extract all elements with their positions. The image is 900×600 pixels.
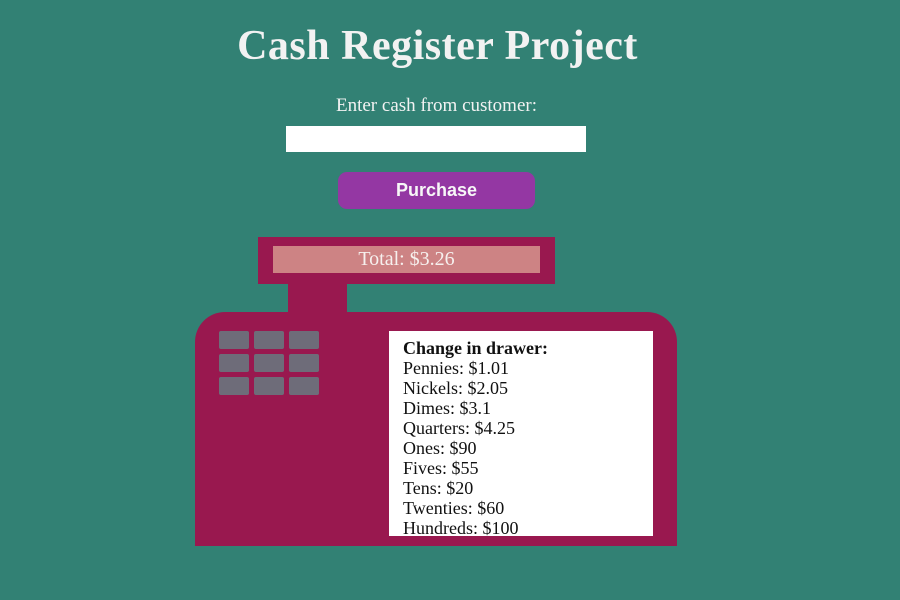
drawer-line-nickels: Nickels: $2.05	[403, 378, 508, 398]
keypad-key	[289, 331, 319, 349]
cash-input-label: Enter cash from customer:	[335, 95, 537, 116]
page-title: Cash Register Project	[237, 23, 638, 69]
keypad-key	[254, 377, 284, 395]
drawer-line-fives: Fives: $55	[403, 458, 479, 478]
drawer-line-twenties: Twenties: $60	[403, 498, 505, 518]
change-in-drawer-panel: Change in drawer: Pennies: $1.01 Nickels…	[389, 331, 653, 536]
drawer-line-ones: Ones: $90	[403, 438, 477, 458]
total-display: Total: $3.26	[273, 246, 540, 273]
cash-input[interactable]	[286, 126, 586, 152]
keypad-key	[289, 377, 319, 395]
keypad-key	[219, 354, 249, 372]
drawer-line-dimes: Dimes: $3.1	[403, 398, 491, 418]
keypad-key	[254, 331, 284, 349]
drawer-line-quarters: Quarters: $4.25	[403, 418, 515, 438]
keypad-icon	[219, 331, 319, 395]
drawer-line-tens: Tens: $20	[403, 478, 474, 498]
keypad-key	[219, 377, 249, 395]
keypad-key	[289, 354, 319, 372]
drawer-title: Change in drawer:	[403, 338, 548, 358]
drawer-line-pennies: Pennies: $1.01	[403, 358, 509, 378]
drawer-line-hundreds: Hundreds: $100	[403, 518, 519, 536]
keypad-key	[219, 331, 249, 349]
register-neck	[288, 283, 347, 315]
purchase-button[interactable]: Purchase	[338, 172, 535, 209]
keypad-key	[254, 354, 284, 372]
